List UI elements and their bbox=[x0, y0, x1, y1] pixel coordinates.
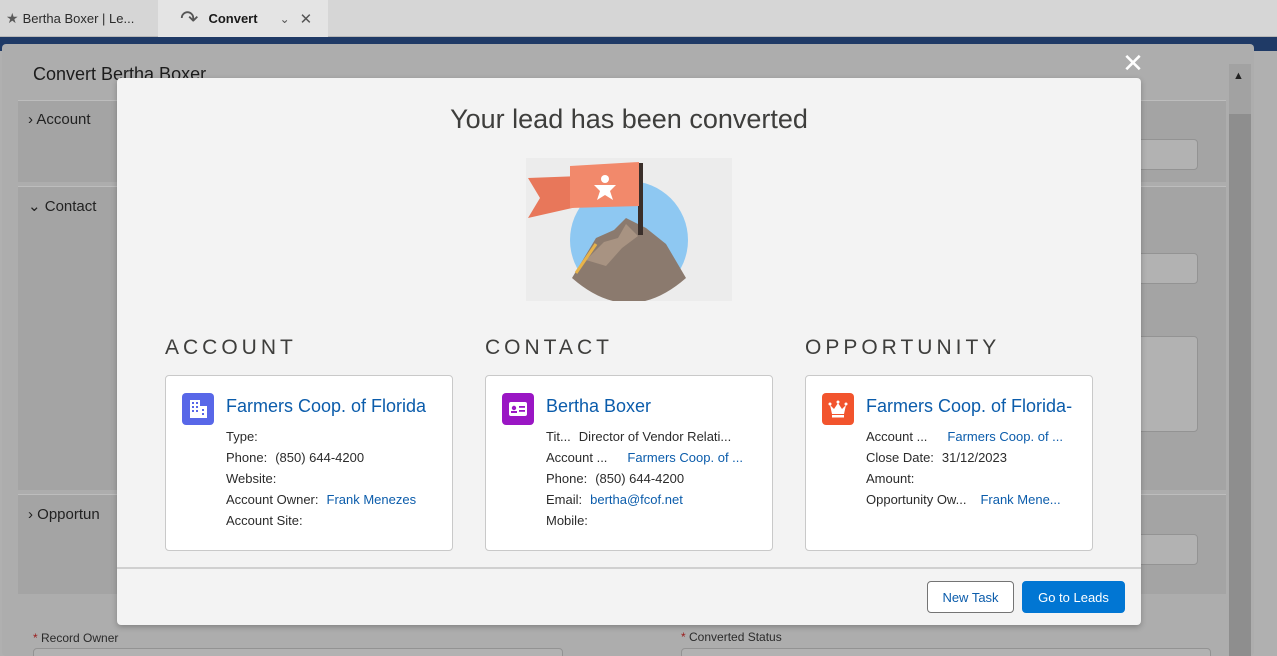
account-website-row: Website: bbox=[226, 471, 277, 486]
redo-icon: ↷ bbox=[180, 5, 199, 31]
tab-bar: ★ Bertha Boxer | Le... ↷ Convert ⌄ ✕ bbox=[0, 0, 1277, 37]
close-tab-icon[interactable]: ✕ bbox=[300, 10, 313, 28]
tab-label: Bertha Boxer | Le... bbox=[22, 11, 135, 26]
mountain-flag-illustration bbox=[526, 158, 732, 303]
contact-mobile-row: Mobile: bbox=[546, 513, 588, 528]
close-modal-icon[interactable]: ✕ bbox=[1120, 50, 1146, 76]
opportunity-card: Farmers Coop. of Florida- Account ... Far… bbox=[805, 375, 1093, 551]
account-site-row: Account Site: bbox=[226, 513, 303, 528]
go-to-leads-button[interactable]: Go to Leads bbox=[1022, 581, 1125, 613]
contact-title-row: Tit... Director of Vendor Relati... bbox=[546, 429, 732, 444]
opportunity-account-link[interactable]: Farmers Coop. of ... bbox=[947, 429, 1063, 444]
contact-phone-row: Phone: (850) 644-4200 bbox=[546, 471, 685, 486]
opportunity-account-row: Account ... Farmers Coop. of ... bbox=[866, 429, 1064, 444]
modal-title: Your lead has been converted bbox=[450, 104, 808, 134]
opportunity-crown-icon bbox=[822, 393, 854, 425]
account-heading: ACCOUNT bbox=[165, 336, 297, 359]
chevron-down-icon[interactable]: ⌄ bbox=[280, 12, 290, 26]
account-details: Type: Phone: (850) 644-4200 Website: Acco… bbox=[226, 426, 448, 531]
opportunity-owner-row: Opportunity Ow... Frank Mene... bbox=[866, 492, 1061, 507]
contact-name-link[interactable]: Bertha Boxer bbox=[546, 396, 766, 417]
contact-account-link[interactable]: Farmers Coop. of ... bbox=[627, 450, 743, 465]
opportunity-details: Account ... Farmers Coop. of ... Close Da… bbox=[866, 426, 1088, 510]
opportunity-heading: OPPORTUNITY bbox=[805, 336, 1001, 359]
tab-bertha-boxer[interactable]: ★ Bertha Boxer | Le... bbox=[0, 0, 157, 37]
tab-label: Convert bbox=[208, 11, 258, 26]
star-icon: ★ bbox=[6, 10, 19, 26]
modal-footer-divider bbox=[117, 567, 1141, 569]
new-task-button[interactable]: New Task bbox=[927, 581, 1014, 613]
account-section-toggle[interactable]: › Account bbox=[28, 111, 91, 128]
scrollbar-thumb[interactable] bbox=[1229, 114, 1251, 656]
opportunity-owner-link[interactable]: Frank Mene... bbox=[980, 492, 1060, 507]
account-card: Farmers Coop. of Florida Type: Phone: (85… bbox=[165, 375, 453, 551]
tab-convert[interactable]: ↷ Convert ⌄ ✕ bbox=[158, 0, 328, 37]
contact-email-row: Email: bertha@fcof.net bbox=[546, 492, 683, 507]
account-type-row: Type: bbox=[226, 429, 258, 444]
contact-email-link[interactable]: bertha@fcof.net bbox=[590, 492, 683, 507]
contact-card-icon bbox=[502, 393, 534, 425]
account-phone-row: Phone: (850) 644-4200 bbox=[226, 450, 365, 465]
opportunity-section-toggle[interactable]: › Opportun bbox=[28, 506, 100, 523]
converted-status-field[interactable] bbox=[681, 648, 1211, 656]
converted-status-label: * Converted Status bbox=[681, 630, 782, 644]
contact-heading: CONTACT bbox=[485, 336, 613, 359]
account-owner-row: Account Owner: Frank Menezes bbox=[226, 492, 417, 507]
conversion-success-modal: Your lead has been converted ACCOUNT CON… bbox=[117, 78, 1141, 625]
account-owner-link[interactable]: Frank Menezes bbox=[327, 492, 417, 507]
opportunity-name-link[interactable]: Farmers Coop. of Florida- bbox=[866, 396, 1086, 417]
opportunity-close-date-row: Close Date: 31/12/2023 bbox=[866, 450, 1007, 465]
record-owner-label: * Record Owner bbox=[33, 631, 119, 645]
contact-section-toggle[interactable]: ⌄ Contact bbox=[28, 197, 96, 215]
record-owner-field[interactable] bbox=[33, 648, 563, 656]
contact-details: Tit... Director of Vendor Relati... Accou… bbox=[546, 426, 768, 531]
contact-account-row: Account ... Farmers Coop. of ... bbox=[546, 450, 744, 465]
account-building-icon bbox=[182, 393, 214, 425]
contact-card: Bertha Boxer Tit... Director of Vendor Re… bbox=[485, 375, 773, 551]
scroll-up-icon[interactable]: ▲ bbox=[1233, 70, 1244, 82]
opportunity-amount-row: Amount: bbox=[866, 471, 915, 486]
account-name-link[interactable]: Farmers Coop. of Florida bbox=[226, 396, 446, 417]
